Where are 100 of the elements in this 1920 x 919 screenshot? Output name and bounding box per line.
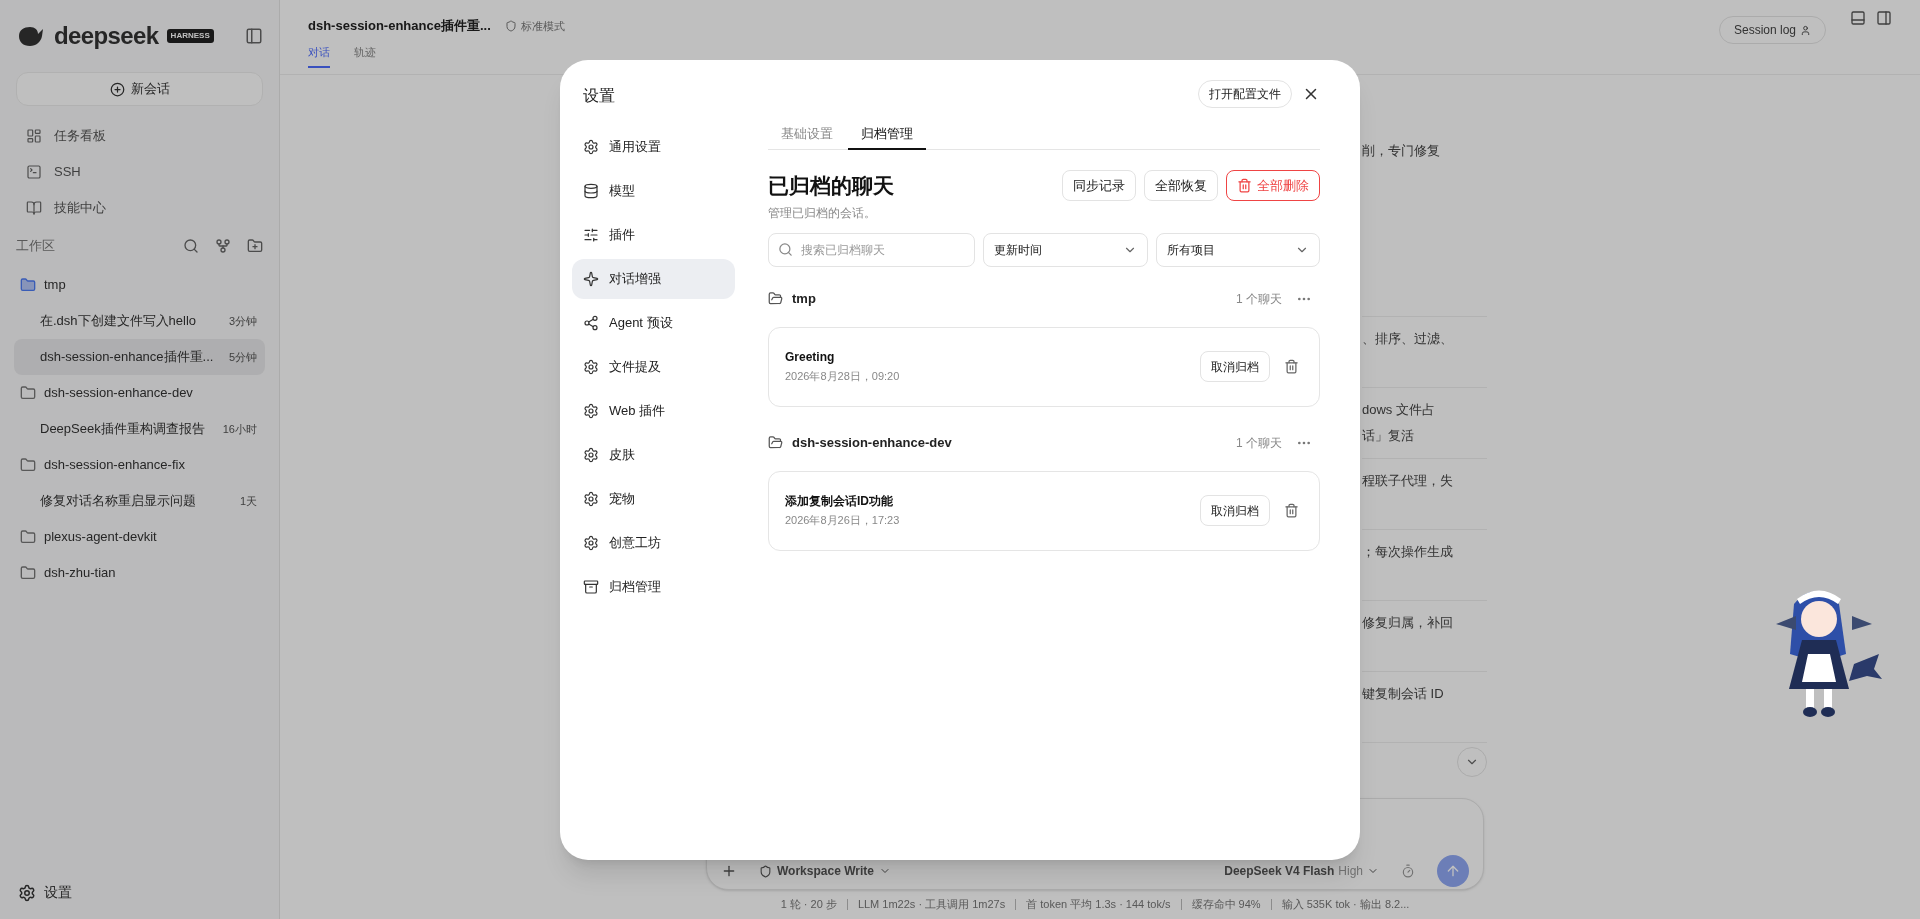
message-text: 削，专门修复 — [1362, 142, 1441, 160]
status-text: 输入 535K tok · 输出 8.2... — [1281, 897, 1410, 913]
gear-icon — [583, 402, 599, 419]
chat-count: 1 个聊天 — [1236, 434, 1282, 452]
status-text: 缓存命中 94% — [1191, 897, 1261, 913]
chat-item[interactable]: 在.dsh下创建文件写入hello 3分钟 — [14, 303, 265, 339]
panel-right-icon[interactable] — [1876, 10, 1892, 26]
gear-icon — [18, 883, 36, 902]
section-subtitle: 管理已归档的会话。 — [768, 204, 877, 222]
section-heading: 已归档的聊天 — [768, 172, 894, 199]
folder-item[interactable]: dsh-zhu-tian — [0, 555, 279, 591]
settings-nav-item[interactable]: 插件 — [572, 214, 735, 255]
shield-icon — [759, 864, 772, 878]
panel-bottom-icon[interactable] — [1850, 10, 1866, 26]
folder-item[interactable]: dsh-session-enhance-dev — [0, 375, 279, 411]
chat-time: 16小时 — [222, 421, 257, 437]
action-button[interactable]: 全部恢复 — [1144, 170, 1218, 201]
group-name: dsh-session-enhance-dev — [792, 433, 952, 452]
settings-nav-item[interactable]: Agent 预设 — [572, 302, 735, 343]
board-icon — [26, 128, 42, 144]
settings-tab[interactable]: 基础设置 — [768, 119, 846, 150]
settings-tab[interactable]: 归档管理 — [848, 119, 926, 150]
folder-name: dsh-session-enhance-fix — [44, 456, 185, 475]
chat-date: 2026年8月26日，17:23 — [785, 513, 900, 529]
trash-icon[interactable] — [1284, 359, 1299, 374]
logo-text: deepseek — [54, 21, 159, 51]
settings-nav-item[interactable]: 文件提及 — [572, 346, 735, 387]
new-chat-button[interactable]: 新会话 — [16, 72, 263, 106]
folder-item[interactable]: tmp — [0, 267, 279, 303]
gear-icon — [583, 446, 599, 463]
message-text: 程联子代理，失 — [1362, 472, 1454, 490]
folder-name: dsh-zhu-tian — [44, 564, 116, 583]
gear-icon — [583, 358, 599, 375]
timer-icon[interactable] — [1401, 864, 1415, 878]
conversation-title: dsh-session-enhance插件重... — [308, 17, 491, 35]
book-icon — [26, 200, 42, 216]
gear-icon — [583, 534, 599, 551]
chat-title: DeepSeek插件重构调查报告 — [40, 420, 205, 439]
folder-item[interactable]: plexus-agent-devkit — [0, 519, 279, 555]
database-icon — [583, 182, 599, 199]
view-tab[interactable]: 对话 — [308, 43, 330, 68]
trash-icon — [1237, 178, 1252, 193]
delete-all-button[interactable]: 全部删除 — [1226, 170, 1320, 201]
chat-time: 1天 — [239, 493, 257, 509]
chat-title: 修复对话名称重启显示问题 — [40, 492, 196, 511]
nodes-icon — [583, 314, 599, 331]
settings-nav-item[interactable]: 皮肤 — [572, 434, 735, 475]
folder-item[interactable]: dsh-session-enhance-fix — [0, 447, 279, 483]
sidebar-nav-item[interactable]: 技能中心 — [0, 190, 279, 226]
settings-item[interactable]: 设置 — [18, 882, 261, 903]
sidebar-toggle-icon[interactable] — [245, 27, 263, 45]
chat-title: 在.dsh下创建文件写入hello — [40, 312, 197, 331]
plus-icon[interactable] — [721, 863, 737, 879]
settings-nav-item[interactable]: 通用设置 — [572, 126, 735, 167]
unarchive-button[interactable]: 取消归档 — [1200, 351, 1270, 382]
model-selector[interactable]: DeepSeek V4 Flash High — [1224, 862, 1379, 880]
sidebar-nav-item[interactable]: SSH — [0, 154, 279, 190]
message-text: ；每次操作生成 — [1362, 543, 1454, 561]
mode-label: 标准模式 — [504, 17, 565, 34]
settings-nav-item[interactable]: 创意工坊 — [572, 522, 735, 563]
new-folder-icon[interactable] — [247, 238, 263, 254]
permission-selector[interactable]: Workspace Write — [759, 862, 891, 880]
search-icon — [778, 241, 793, 257]
settings-nav-item[interactable]: 归档管理 — [572, 566, 735, 607]
search-icon[interactable] — [183, 238, 199, 254]
chat-item[interactable]: dsh-session-enhance插件重... 5分钟 — [14, 339, 265, 375]
logo-badge: HARNESS — [166, 29, 214, 43]
settings-nav-item[interactable]: 模型 — [572, 170, 735, 211]
message-text: dows 文件占 — [1362, 401, 1436, 419]
search-field[interactable]: 搜索已归档聊天 — [768, 232, 975, 267]
settings-nav-item[interactable]: Web 插件 — [572, 390, 735, 431]
dialog-title: 设置 — [583, 85, 616, 106]
chat-item[interactable]: 修复对话名称重启显示问题 1天 — [14, 483, 265, 519]
folder-name: plexus-agent-devkit — [44, 528, 157, 547]
settings-nav-item[interactable]: 宠物 — [572, 478, 735, 519]
terminal-icon — [26, 164, 42, 180]
group-name: tmp — [792, 289, 816, 308]
chat-item[interactable]: DeepSeek插件重构调查报告 16小时 — [14, 411, 265, 447]
chat-title: Greeting — [785, 349, 836, 367]
message-text: 、排序、过滤、 — [1362, 330, 1454, 348]
fork-icon[interactable] — [215, 238, 231, 254]
chat-time: 3分钟 — [228, 313, 257, 329]
trash-icon[interactable] — [1284, 503, 1299, 518]
status-text: 1 轮 · 20 步 — [780, 897, 837, 913]
settings-nav-item[interactable]: 对话增强 — [572, 258, 735, 299]
folder-name: tmp — [44, 276, 66, 295]
whale-logo-icon — [16, 24, 46, 48]
filter-dropdown[interactable]: 所有项目 — [1155, 232, 1320, 267]
unarchive-button[interactable]: 取消归档 — [1200, 495, 1270, 526]
folder-icon — [768, 435, 783, 450]
sliders-icon — [583, 226, 599, 243]
effort-label: High — [1338, 863, 1363, 880]
chat-count: 1 个聊天 — [1236, 290, 1282, 308]
folder-icon — [768, 291, 783, 306]
section-label: 工作区 — [16, 237, 55, 256]
chat-date: 2026年8月28日，09:20 — [785, 369, 900, 385]
sidebar-nav-item[interactable]: 任务看板 — [0, 118, 279, 154]
shield-icon — [504, 19, 517, 32]
action-button[interactable]: 同步记录 — [1062, 170, 1136, 201]
filter-dropdown[interactable]: 更新时间 — [983, 232, 1148, 267]
